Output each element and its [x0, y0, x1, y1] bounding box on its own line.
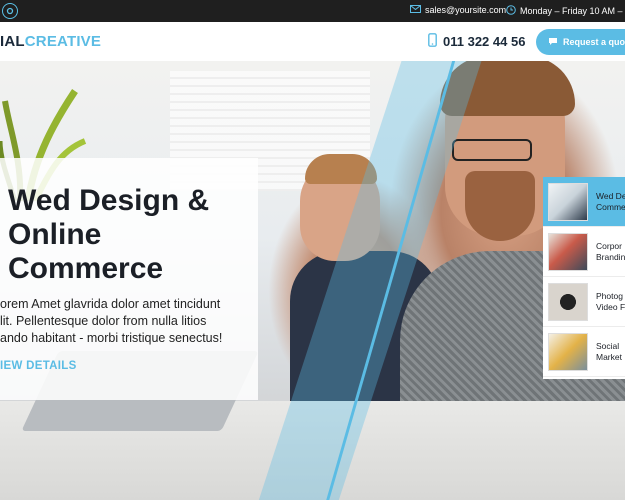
email-text: sales@yoursite.com	[425, 5, 507, 15]
phone-number[interactable]: 011 322 44 56	[428, 33, 525, 50]
logo-icon[interactable]	[2, 3, 18, 19]
services-list: Wed De Commer Corpor Brandin Photog Vide…	[543, 177, 625, 379]
service-label: Social Market	[596, 340, 622, 362]
service-label: Wed De Commer	[596, 190, 625, 212]
hero-text-panel: Wed Design & Online Commerce orem Amet g…	[0, 158, 258, 400]
service-thumb-photography	[548, 282, 588, 321]
phone-icon	[428, 33, 437, 50]
service-thumb-social	[548, 332, 588, 371]
person-right-glasses	[452, 139, 532, 161]
hero-title: Wed Design & Online Commerce	[8, 184, 210, 285]
service-label: Photog Video F	[596, 290, 625, 312]
envelope-icon	[410, 5, 421, 15]
service-item-corporate-branding[interactable]: Corpor Brandin	[543, 227, 625, 277]
service-thumb-web-design	[548, 182, 588, 221]
brand-text-dark: IAL	[0, 33, 25, 50]
service-label: Corpor Brandin	[596, 240, 625, 262]
service-item-web-design[interactable]: Wed De Commer	[543, 177, 625, 227]
phone-text: 011 322 44 56	[443, 34, 526, 49]
request-quote-label: Request a quote	[563, 37, 625, 47]
hours-text: Monday – Friday 10 AM – 8 PM	[520, 6, 625, 16]
top-bar: sales@yoursite.com Monday – Friday 10 AM…	[0, 0, 625, 22]
chat-bubble-icon	[548, 37, 558, 48]
request-quote-button[interactable]: Request a quote	[536, 29, 625, 55]
service-thumb-branding	[548, 232, 588, 271]
brand-text-accent: CREATIVE	[24, 33, 102, 50]
service-item-social-marketing[interactable]: Social Market	[543, 327, 625, 377]
view-details-link[interactable]: IEW DETAILS	[0, 360, 77, 372]
brand-logo[interactable]: IALCREATIVE	[0, 33, 101, 50]
service-item-photography[interactable]: Photog Video F	[543, 277, 625, 327]
person-right-beard	[465, 171, 535, 241]
clock-icon	[506, 5, 516, 17]
contact-email[interactable]: sales@yoursite.com	[410, 5, 506, 15]
business-hours: Monday – Friday 10 AM – 8 PM	[506, 5, 625, 17]
hero-description: orem Amet glavrida dolor amet tincidunt …	[0, 297, 223, 345]
site-header: IALCREATIVE 011 322 44 56 Request a quot…	[0, 22, 625, 61]
